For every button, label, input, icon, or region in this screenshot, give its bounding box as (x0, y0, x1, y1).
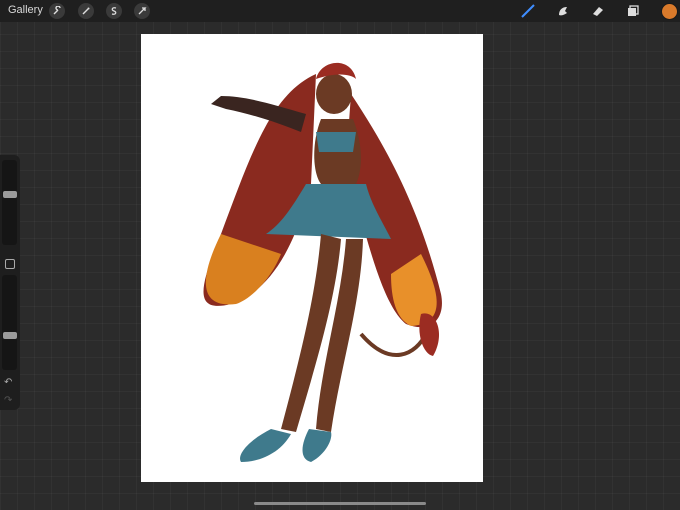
selection-icon[interactable] (106, 3, 122, 19)
modifier-button[interactable] (5, 259, 15, 269)
smudge-icon[interactable] (555, 3, 571, 19)
wrench-icon[interactable] (49, 3, 65, 19)
opacity-thumb[interactable] (3, 332, 17, 340)
brush-size-thumb[interactable] (3, 191, 17, 199)
color-picker-swatch[interactable] (661, 3, 678, 20)
left-sidebar: ↶ ↷ (0, 155, 20, 410)
transform-arrow-icon[interactable] (134, 3, 150, 19)
eraser-icon[interactable] (590, 3, 606, 19)
brush-size-slider[interactable] (2, 160, 17, 245)
opacity-slider[interactable] (2, 275, 17, 370)
brush-icon[interactable] (520, 3, 536, 19)
undo-icon[interactable]: ↶ (4, 377, 12, 388)
layers-icon[interactable] (625, 3, 641, 19)
gallery-button[interactable]: Gallery (8, 4, 43, 16)
top-toolbar: Gallery (0, 0, 680, 22)
character-illustration (203, 62, 442, 462)
redo-icon[interactable]: ↷ (4, 395, 12, 406)
magic-wand-icon[interactable] (78, 3, 94, 19)
home-indicator (254, 502, 426, 505)
artwork-canvas[interactable] (141, 34, 483, 482)
